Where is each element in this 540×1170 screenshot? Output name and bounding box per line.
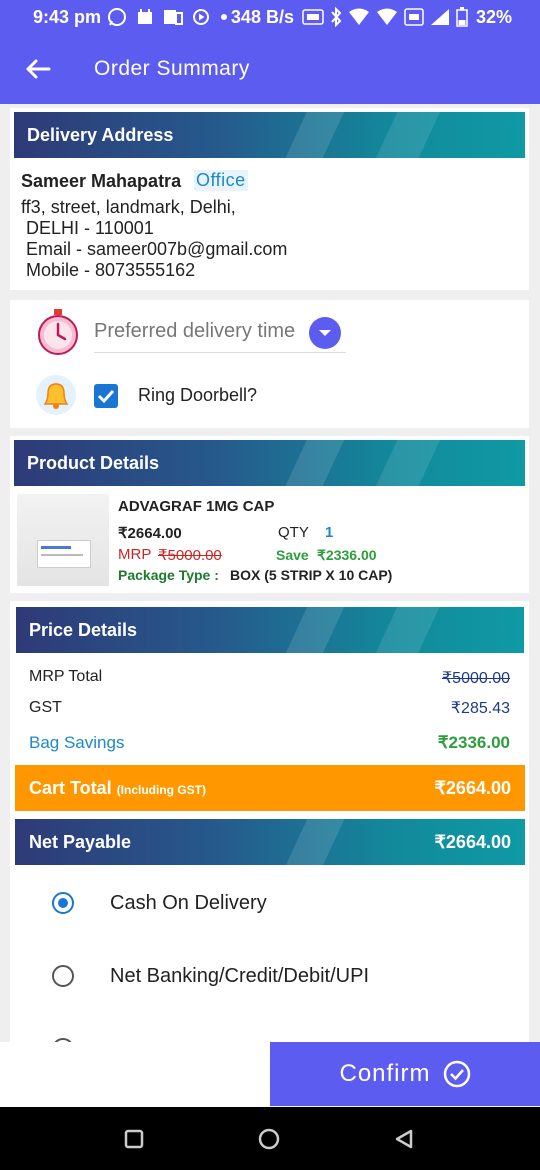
address-line-1: ff3, street, landmark, Delhi, bbox=[21, 197, 236, 217]
wifi-icon bbox=[348, 8, 369, 25]
qty-label: QTY bbox=[278, 524, 309, 541]
cart-total-label: Cart Total bbox=[29, 777, 112, 798]
delivery-address-card: Delivery Address Sameer Mahapatra Office… bbox=[10, 108, 529, 290]
net-payable-row: Net Payable ₹2664.00 bbox=[15, 819, 525, 865]
bag-savings-label: Bag Savings bbox=[29, 733, 125, 752]
product-price: ₹2664.00 bbox=[118, 525, 182, 542]
net-payable-label: Net Payable bbox=[29, 831, 132, 852]
mrp-total-label: MRP Total bbox=[29, 668, 103, 685]
delivery-options-card: Preferred delivery time Ring Doorbell? bbox=[10, 300, 529, 428]
page-title: Order Summary bbox=[94, 57, 250, 80]
address-email: Email - sameer007b@gmail.com bbox=[26, 239, 288, 259]
bluetooth-icon bbox=[331, 7, 342, 27]
save-label: Save bbox=[276, 547, 309, 563]
volte-icon bbox=[404, 8, 424, 26]
auto-icon bbox=[302, 9, 324, 25]
product-details-header: Product Details bbox=[14, 440, 525, 486]
network-speed: 348 B/s bbox=[230, 6, 294, 27]
recents-button[interactable] bbox=[124, 1129, 144, 1149]
confirm-button[interactable]: Confirm bbox=[270, 1042, 540, 1106]
delivery-address-header: Delivery Address bbox=[14, 112, 525, 158]
package-type-value: BOX (5 STRIP X 10 CAP) bbox=[230, 567, 393, 583]
delivery-time-dropdown[interactable]: Preferred delivery time bbox=[94, 312, 346, 353]
product-name: ADVAGRAF 1MG CAP bbox=[118, 498, 275, 515]
check-icon bbox=[97, 389, 115, 404]
app-bar: Order Summary bbox=[0, 34, 540, 104]
price-details-card: Price Details MRP Total ₹5000.00 GST ₹28… bbox=[10, 601, 529, 1060]
package-type-label: Package Type : bbox=[118, 567, 219, 583]
delivery-time-placeholder: Preferred delivery time bbox=[94, 320, 296, 342]
calendar-icon bbox=[138, 9, 153, 24]
gst-label: GST bbox=[29, 699, 62, 716]
back-button[interactable] bbox=[24, 55, 52, 83]
bottom-bar bbox=[0, 1042, 270, 1107]
home-button[interactable] bbox=[257, 1127, 281, 1151]
product-details-title: Product Details bbox=[27, 452, 160, 473]
cart-total-row: Cart Total (Including GST) ₹2664.00 bbox=[15, 765, 525, 811]
arrow-left-icon bbox=[26, 59, 51, 79]
confirm-label: Confirm bbox=[339, 1060, 431, 1087]
bag-savings-value: ₹2336.00 bbox=[437, 733, 510, 752]
mrp-value: ₹5000.00 bbox=[158, 547, 222, 564]
news-icon bbox=[164, 10, 184, 25]
signal-icon bbox=[430, 9, 449, 25]
product-image bbox=[17, 494, 109, 586]
payment-cod-label[interactable]: Cash On Delivery bbox=[110, 892, 267, 915]
back-nav-button[interactable] bbox=[393, 1128, 415, 1150]
ring-doorbell-checkbox[interactable] bbox=[94, 384, 118, 408]
bell-icon bbox=[36, 375, 76, 415]
battery-percent: 32% bbox=[475, 6, 512, 27]
price-details-header: Price Details bbox=[16, 607, 524, 653]
system-nav-bar bbox=[0, 1107, 540, 1170]
delivery-address-title: Delivery Address bbox=[27, 124, 174, 145]
product-details-card: Product Details ADVAGRAF 1MG CAP ₹2664.0… bbox=[10, 436, 529, 593]
status-time: 9:43 pm bbox=[33, 6, 102, 27]
status-bar: 9:43 pm 348 B/s 32% bbox=[0, 0, 540, 34]
mrp-total-value: ₹5000.00 bbox=[441, 670, 510, 687]
payment-netbanking-label[interactable]: Net Banking/Credit/Debit/UPI bbox=[110, 965, 369, 988]
net-payable-value: ₹2664.00 bbox=[434, 831, 511, 852]
dot-icon bbox=[221, 14, 228, 20]
play-icon bbox=[193, 9, 210, 25]
whatsapp-icon bbox=[108, 8, 127, 26]
stopwatch-icon bbox=[38, 309, 78, 355]
save-value: ₹2336.00 bbox=[317, 547, 377, 563]
ring-doorbell-label: Ring Doorbell? bbox=[138, 385, 258, 405]
customer-name: Sameer Mahapatra bbox=[21, 171, 182, 191]
payment-cod-radio[interactable] bbox=[52, 892, 74, 914]
gst-value: ₹285.43 bbox=[450, 700, 510, 717]
qty-value: 1 bbox=[325, 524, 334, 541]
chevron-down-icon bbox=[309, 317, 341, 349]
check-circle-icon bbox=[443, 1060, 470, 1088]
address-mobile: Mobile - 8073555162 bbox=[26, 260, 196, 280]
battery-icon bbox=[456, 7, 468, 27]
address-line-2: DELHI - 110001 bbox=[26, 218, 154, 238]
mrp-label: MRP bbox=[118, 546, 152, 563]
cart-total-note: (Including GST) bbox=[116, 782, 207, 797]
price-details-title: Price Details bbox=[29, 619, 138, 640]
wifi-alt-icon bbox=[376, 8, 397, 25]
address-tag: Office bbox=[194, 170, 248, 191]
cart-total-value: ₹2664.00 bbox=[434, 777, 511, 798]
payment-netbanking-radio[interactable] bbox=[52, 965, 74, 987]
